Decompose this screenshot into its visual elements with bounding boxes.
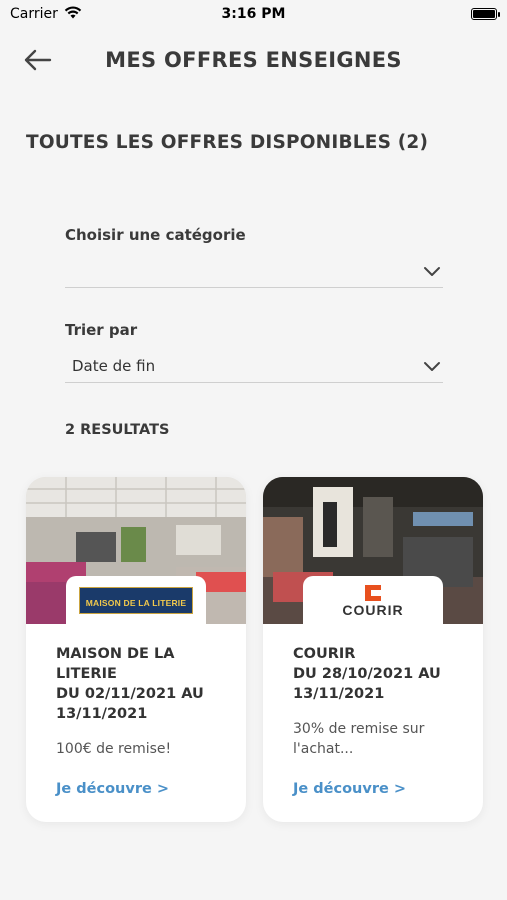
category-select[interactable]: [65, 254, 443, 288]
offer-card-maison-literie[interactable]: MAISON DE LA LITERIE MAISON DE LA LITERI…: [26, 477, 246, 822]
courir-c-icon: [364, 584, 381, 601]
sort-label: Trier par: [65, 321, 138, 339]
store-photo: COURIR: [263, 477, 483, 624]
logo-text: MAISON DE LA LITERIE: [85, 597, 187, 608]
offer-title: COURIR DU 28/10/2021 AU 13/11/2021: [293, 644, 453, 704]
section-title: TOUTES LES OFFRES DISPONIBLES (2): [26, 132, 429, 153]
offer-title-line: COURIR: [293, 646, 356, 662]
arrow-left-icon: [24, 49, 52, 71]
page-title: MES OFFRES ENSEIGNES: [105, 48, 402, 72]
offer-dates: 13/11/2021: [56, 706, 148, 722]
sort-select[interactable]: Date de fin: [65, 349, 443, 383]
logo-text: COURIR: [342, 601, 404, 618]
battery-icon: [471, 8, 500, 20]
offer-title-line: LITERIE: [56, 666, 117, 682]
offer-description: 100€ de remise!: [56, 741, 172, 757]
offer-dates: 13/11/2021: [293, 686, 385, 702]
category-filter: Choisir une catégorie: [65, 226, 443, 288]
store-photo: MAISON DE LA LITERIE: [26, 477, 246, 624]
back-button[interactable]: [22, 48, 54, 72]
chevron-down-icon: [424, 266, 440, 276]
sort-value: Date de fin: [72, 356, 156, 375]
sort-filter: Trier par Date de fin: [65, 321, 443, 383]
status-time: 3:16 PM: [221, 6, 286, 22]
offer-dates: DU 02/11/2021 AU: [56, 686, 204, 702]
courir-logo: COURIR: [303, 576, 443, 624]
offer-title-line: MAISON DE LA: [56, 646, 175, 662]
offer-card-courir[interactable]: COURIR COURIR DU 28/10/2021 AU 13/11/202…: [263, 477, 483, 822]
carrier-label: Carrier: [10, 6, 58, 22]
category-label: Choisir une catégorie: [65, 226, 246, 244]
status-bar: Carrier 3:16 PM: [0, 0, 507, 28]
offer-description: 30% de remise sur l'achat...: [293, 721, 425, 757]
maison-literie-logo: MAISON DE LA LITERIE: [66, 576, 206, 624]
chevron-down-icon: [424, 361, 440, 371]
discover-link[interactable]: Je découvre >: [56, 781, 169, 797]
results-count: 2 RESULTATS: [65, 422, 170, 438]
offer-title: MAISON DE LA LITERIE DU 02/11/2021 AU 13…: [56, 644, 216, 724]
header: MES OFFRES ENSEIGNES: [0, 40, 507, 80]
offer-dates: DU 28/10/2021 AU: [293, 666, 441, 682]
wifi-icon: [64, 5, 82, 23]
discover-link[interactable]: Je découvre >: [293, 781, 406, 797]
